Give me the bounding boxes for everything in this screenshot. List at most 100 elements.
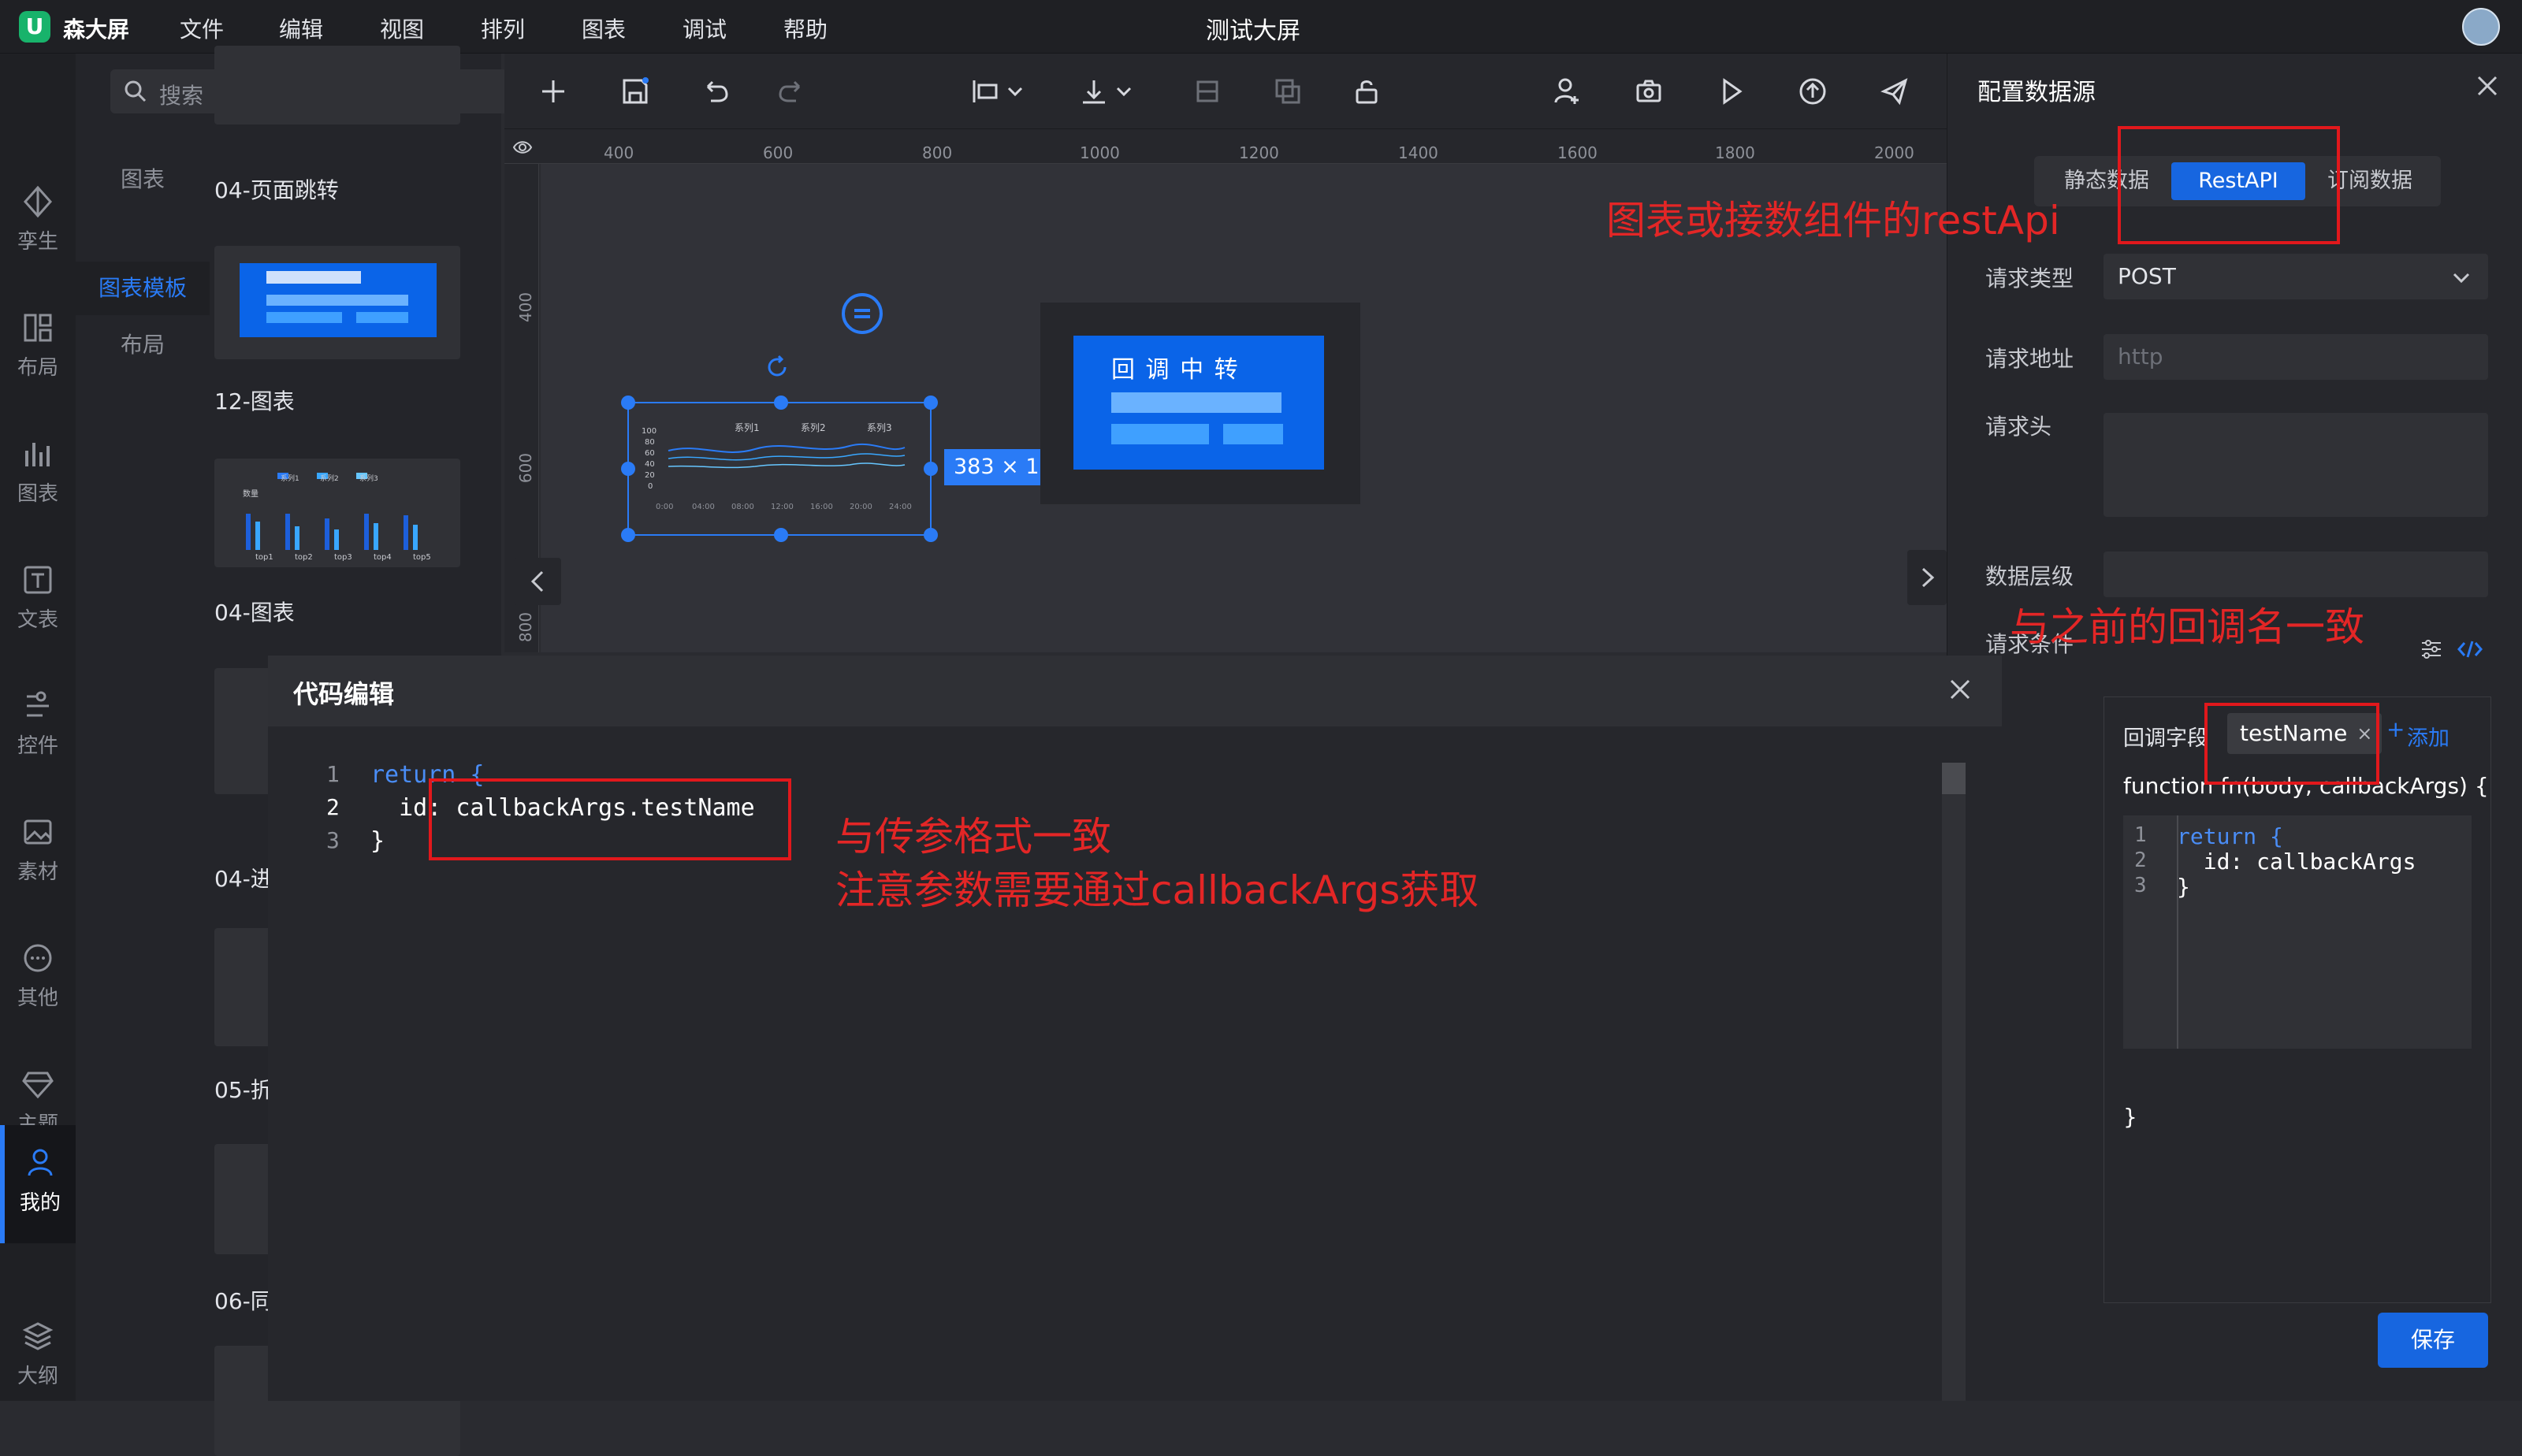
chart-xtick: 20:00: [850, 503, 872, 511]
chevron-down-icon[interactable]: [1114, 76, 1133, 107]
left-nav: 孪生 布局 图表 文表 控件 素材 其他 主题 我的 大纲: [0, 54, 76, 1401]
subnav-chart-template[interactable]: 图表模板: [76, 262, 210, 315]
ruler-tick: 600: [516, 452, 536, 484]
menu-edit[interactable]: 编辑: [279, 13, 323, 44]
nav-text[interactable]: 文表: [0, 542, 76, 652]
ruler-tick: 1000: [1080, 143, 1120, 162]
data-level-input[interactable]: [2104, 552, 2488, 597]
widget-bar: [1111, 392, 1281, 413]
resize-handle[interactable]: [924, 462, 938, 476]
chevron-down-icon[interactable]: [1006, 76, 1025, 107]
code-preview[interactable]: 1 2 3 return { id: callbackArgs }: [2123, 815, 2472, 1049]
resize-handle[interactable]: [621, 462, 635, 476]
ruler-tick: 1800: [1715, 143, 1755, 162]
align-left-icon[interactable]: [969, 76, 1001, 107]
user-share-icon[interactable]: [1551, 76, 1583, 107]
user-icon: [28, 1149, 53, 1176]
menu-file[interactable]: 文件: [180, 13, 224, 44]
nav-material[interactable]: 素材: [0, 794, 76, 904]
close-icon[interactable]: [2474, 72, 2501, 99]
nav-outline[interactable]: 大纲: [0, 1298, 76, 1409]
collapse-right-icon[interactable]: [1907, 550, 1947, 605]
save-button[interactable]: 保存: [2378, 1313, 2488, 1368]
chart-xtick: 04:00: [692, 503, 715, 511]
group-icon[interactable]: [1272, 76, 1304, 107]
play-icon[interactable]: [1715, 76, 1746, 107]
refresh-icon[interactable]: [763, 353, 791, 381]
subnav-layout[interactable]: 布局: [76, 321, 210, 369]
callback-widget-title: 回 调 中 转: [1111, 356, 1240, 384]
thumb-xtick: top1: [255, 553, 273, 562]
ruler-tick: 400: [604, 143, 634, 162]
ruler-tick: 1200: [1239, 143, 1279, 162]
add-plus-icon[interactable]: +: [2386, 716, 2405, 742]
template-card[interactable]: [214, 46, 460, 124]
ruler-tick: 800: [922, 143, 953, 162]
app-name: 森大屏: [63, 17, 130, 43]
save-icon[interactable]: [619, 76, 651, 107]
app-logo: U: [19, 11, 50, 43]
resize-handle[interactable]: [621, 396, 635, 410]
ruler-tick: 600: [763, 143, 794, 162]
annotation-restapi: 图表或接数组件的restApi: [1606, 198, 2060, 243]
resize-handle[interactable]: [924, 396, 938, 410]
nav-control[interactable]: 控件: [0, 668, 76, 778]
ruler-tick: 400: [516, 292, 536, 323]
resize-handle[interactable]: [774, 528, 788, 542]
resize-handle[interactable]: [924, 528, 938, 542]
menu-help[interactable]: 帮助: [783, 13, 828, 44]
template-card[interactable]: [214, 246, 460, 359]
line-number: 3: [326, 827, 340, 853]
distribute-icon[interactable]: [1192, 76, 1223, 107]
filter-icon[interactable]: [2419, 637, 2444, 662]
scrollbar[interactable]: [1942, 763, 1966, 1401]
close-icon[interactable]: [1947, 676, 1973, 703]
widget-bar: [1223, 424, 1283, 444]
menu-view[interactable]: 视图: [380, 13, 424, 44]
add-button[interactable]: 添加: [2407, 721, 2449, 752]
line-number: 1: [2134, 823, 2147, 847]
undo-icon[interactable]: [700, 76, 731, 107]
unlock-icon[interactable]: [1351, 76, 1382, 107]
upload-icon[interactable]: [1797, 76, 1828, 107]
nav-mine[interactable]: 我的: [0, 1125, 76, 1243]
rotate-handle-icon[interactable]: [840, 292, 884, 336]
req-url-input[interactable]: http: [2104, 334, 2488, 380]
thumb-xtick: top3: [334, 553, 352, 562]
more-icon: [24, 944, 52, 972]
add-icon[interactable]: [538, 76, 569, 107]
chart-icon: [25, 443, 50, 466]
req-type-select[interactable]: POST: [2104, 254, 2488, 299]
menu-debug[interactable]: 调试: [683, 13, 727, 44]
send-icon[interactable]: [1879, 76, 1910, 107]
code-icon[interactable]: [2457, 637, 2483, 662]
resize-handle[interactable]: [774, 396, 788, 410]
subnav-chart[interactable]: 图表: [76, 156, 210, 203]
menu-chart[interactable]: 图表: [582, 13, 626, 44]
eye-icon[interactable]: [512, 137, 533, 158]
nav-layout[interactable]: 布局: [0, 290, 76, 400]
twin-icon: [23, 185, 53, 218]
template-card[interactable]: 数量 系列1 系列2 系列3 top1 top2 top3 top4 top5: [214, 459, 460, 567]
menu-arrange[interactable]: 排列: [481, 13, 525, 44]
thumb-bar-ylabel: 数量: [243, 490, 259, 499]
callback-widget-frame[interactable]: 回 调 中 转: [1040, 303, 1360, 504]
theme-icon: [22, 1072, 54, 1099]
image-icon: [24, 819, 52, 845]
code-line: }: [370, 827, 385, 855]
nav-chart[interactable]: 图表: [0, 416, 76, 526]
resize-handle[interactable]: [621, 528, 635, 542]
selected-chart-widget[interactable]: 系列1 系列2 系列3 100 80 60 40 20 0 0:00 04:00…: [621, 396, 938, 542]
nav-twin[interactable]: 孪生: [0, 164, 76, 274]
scrollbar-thumb[interactable]: [1942, 763, 1966, 794]
collapse-left-icon[interactable]: [514, 558, 561, 605]
avatar[interactable]: [2462, 8, 2500, 46]
camera-icon[interactable]: [1633, 76, 1665, 107]
redo-icon[interactable]: [776, 76, 807, 107]
nav-other[interactable]: 其他: [0, 920, 76, 1031]
chart-ytick: 60: [645, 449, 655, 458]
req-url-label: 请求地址: [1985, 346, 2074, 372]
req-header-textarea[interactable]: [2104, 413, 2488, 517]
chart-xtick: 24:00: [889, 503, 912, 511]
download-icon[interactable]: [1078, 76, 1110, 107]
